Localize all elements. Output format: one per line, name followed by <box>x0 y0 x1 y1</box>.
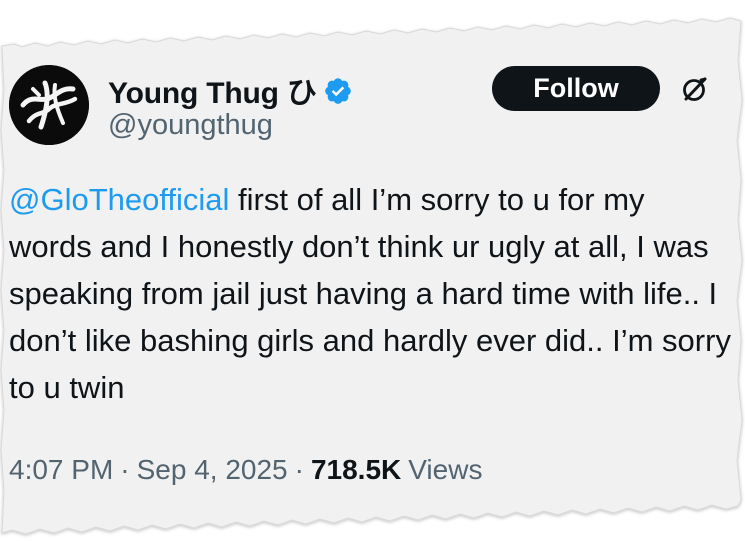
mention-link[interactable]: @GloTheofficial <box>9 182 229 217</box>
follow-button[interactable]: Follow <box>492 66 660 111</box>
meta-separator: · <box>120 454 130 485</box>
avatar[interactable] <box>9 65 89 145</box>
display-name-row: Young Thug ひ <box>108 68 353 112</box>
views-label: Views <box>408 454 483 485</box>
tweet-card: Young Thug ひ @youngthug Follow @GloTheof… <box>0 0 745 541</box>
user-handle[interactable]: @youngthug <box>108 109 273 142</box>
views-count: 718.5K <box>310 454 402 485</box>
tweet-date[interactable]: Sep 4, 2025 <box>137 454 288 486</box>
tweet-text: @GloTheofficial first of all I’m sorry t… <box>9 176 734 411</box>
torn-paper-screenshot: Young Thug ひ @youngthug Follow @GloTheof… <box>0 0 745 541</box>
meta-separator: · <box>294 454 304 485</box>
display-name[interactable]: Young Thug ひ <box>108 68 317 112</box>
grok-icon[interactable] <box>680 74 710 104</box>
tweet-meta: 4:07 PM · Sep 4, 2025 · 718.5K Views <box>9 454 482 486</box>
tweet-time[interactable]: 4:07 PM <box>9 454 113 486</box>
avatar-logo-icon <box>9 65 89 145</box>
verified-badge-icon <box>324 78 351 104</box>
